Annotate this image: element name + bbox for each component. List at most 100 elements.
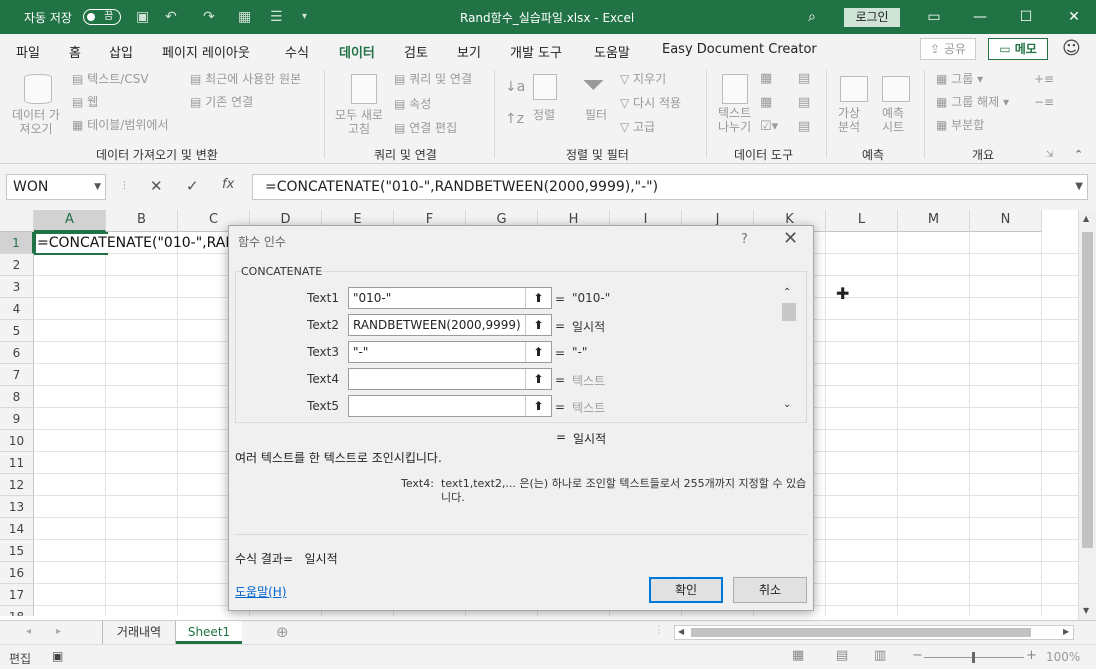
show-detail-icon[interactable]: +≡ — [1034, 72, 1054, 86]
undo-icon[interactable]: ↶ — [165, 9, 177, 25]
hide-detail-icon[interactable]: −≡ — [1034, 95, 1054, 109]
scroll-right-icon[interactable]: ▶ — [1063, 627, 1069, 636]
sheet-tab-transactions[interactable]: 거래내역 — [102, 621, 176, 644]
row-header-10[interactable]: 10 — [0, 430, 34, 452]
insert-function-icon[interactable]: fx — [222, 177, 234, 192]
sheet-tab-sheet1[interactable]: Sheet1 — [176, 621, 242, 644]
range-select-icon[interactable]: ⬆ — [525, 342, 551, 362]
sort-asc-icon[interactable]: ↓a — [505, 80, 525, 94]
scroll-down-icon[interactable]: ▼ — [1083, 606, 1089, 615]
advanced-button[interactable]: ▽ 고급 — [620, 120, 655, 134]
arg-input-text5[interactable] — [348, 395, 552, 417]
normal-view-icon[interactable]: ▦ — [792, 648, 804, 663]
arg-input-text2[interactable]: RANDBETWEEN(2000,9999) — [348, 314, 552, 336]
close-button[interactable]: ✕ — [1062, 6, 1086, 28]
row-header-15[interactable]: 15 — [0, 540, 34, 562]
next-sheet-icon[interactable]: ▸ — [56, 626, 61, 637]
ungroup-button[interactable]: ▦ 그룹 해제 ▾ — [936, 95, 1009, 109]
ribbon-display-icon[interactable]: ▭ — [922, 6, 946, 28]
vertical-scroll-thumb[interactable] — [1082, 232, 1093, 548]
collapse-ribbon-icon[interactable]: ⌃ — [1074, 148, 1083, 162]
row-header-9[interactable]: 9 — [0, 408, 34, 430]
scroll-down-icon[interactable]: ⌄ — [783, 399, 791, 410]
help-question-icon[interactable]: ? — [741, 232, 748, 247]
row-header-16[interactable]: 16 — [0, 562, 34, 584]
tab-insert[interactable]: 삽입 — [109, 42, 133, 61]
edit-links-button[interactable]: ▤ 연결 편집 — [394, 121, 457, 135]
row-header-13[interactable]: 13 — [0, 496, 34, 518]
arg-input-text1[interactable]: "010-" — [348, 287, 552, 309]
row-header-6[interactable]: 6 — [0, 342, 34, 364]
from-web-button[interactable]: ▤ 웹 — [72, 95, 98, 109]
range-select-icon[interactable]: ⬆ — [525, 369, 551, 389]
row-header-18[interactable]: 18 — [0, 606, 34, 616]
range-select-icon[interactable]: ⬆ — [525, 288, 551, 308]
zoom-slider-thumb[interactable] — [972, 652, 975, 663]
grid-icon[interactable]: ▦ — [238, 9, 251, 25]
column-header-b[interactable]: B — [106, 210, 178, 232]
data-model-icon[interactable]: ▤ — [798, 120, 810, 134]
reapply-button[interactable]: ▽ 다시 적용 — [620, 96, 681, 110]
column-header-m[interactable]: M — [898, 210, 970, 232]
prev-sheet-icon[interactable]: ◂ — [26, 626, 31, 637]
text-to-columns-button[interactable]: 텍스트 나누기 — [718, 106, 751, 134]
queries-connections-button[interactable]: ▤ 쿼리 및 연결 — [394, 72, 472, 86]
formula-input[interactable]: =CONCATENATE("010-",RANDBETWEEN(2000,999… — [252, 174, 1088, 200]
range-select-icon[interactable]: ⬆ — [525, 396, 551, 416]
arguments-scroll-thumb[interactable] — [782, 303, 796, 321]
outline-launcher-icon[interactable]: ⇲ — [1046, 148, 1054, 162]
share-button[interactable]: ⇪ 공유 — [920, 38, 976, 60]
column-header-l[interactable]: L — [826, 210, 898, 232]
relationships-icon[interactable]: ▤ — [798, 96, 810, 110]
clear-button[interactable]: ▽ 지우기 — [620, 72, 666, 86]
tab-developer[interactable]: 개발 도구 — [510, 42, 562, 61]
maximize-button[interactable]: ☐ — [1014, 6, 1038, 28]
data-validation-icon[interactable]: ☑▾ — [760, 120, 778, 134]
row-header-12[interactable]: 12 — [0, 474, 34, 496]
arguments-scrollbar[interactable]: ⌃ ⌄ — [780, 287, 798, 417]
sort-button[interactable]: 정렬 — [533, 108, 555, 122]
scroll-up-icon[interactable]: ▲ — [1083, 214, 1089, 223]
existing-connections-button[interactable]: ▤ 기존 연결 — [190, 95, 253, 109]
range-select-icon[interactable]: ⬆ — [525, 315, 551, 335]
select-all-corner[interactable] — [0, 210, 34, 232]
macro-record-icon[interactable]: ▣ — [52, 649, 63, 663]
zoom-out-icon[interactable]: − — [912, 648, 923, 663]
zoom-in-icon[interactable]: + — [1026, 648, 1037, 663]
sort-desc-icon[interactable]: ↑z — [505, 112, 524, 126]
forecast-sheet-button[interactable]: 예측 시트 — [882, 106, 904, 134]
from-text-csv-button[interactable]: ▤ 텍스트/CSV — [72, 72, 149, 86]
tab-home[interactable]: 홈 — [69, 42, 81, 61]
filter-button[interactable]: 필터 — [585, 108, 607, 122]
flash-fill-icon[interactable]: ▦ — [760, 72, 772, 86]
page-break-view-icon[interactable]: ▥ — [874, 648, 886, 663]
minimize-button[interactable]: — — [968, 6, 992, 28]
row-header-7[interactable]: 7 — [0, 364, 34, 386]
row-header-3[interactable]: 3 — [0, 276, 34, 298]
name-box[interactable]: WON ▼ — [6, 174, 106, 200]
tab-formulas[interactable]: 수식 — [285, 42, 309, 61]
column-header-n[interactable]: N — [970, 210, 1042, 232]
remove-duplicates-icon[interactable]: ▦ — [760, 96, 772, 110]
login-button[interactable]: 로그인 — [844, 8, 900, 27]
tab-page-layout[interactable]: 페이지 레이아웃 — [162, 42, 250, 61]
page-layout-view-icon[interactable]: ▤ — [836, 648, 848, 663]
arg-input-text4[interactable] — [348, 368, 552, 390]
add-sheet-icon[interactable]: ⊕ — [276, 623, 289, 641]
horizontal-scrollbar[interactable]: ◀ ▶ — [674, 625, 1074, 640]
what-if-analysis-button[interactable]: 가상 분석 — [838, 106, 860, 134]
cancel-button[interactable]: 취소 — [733, 577, 807, 603]
recent-sources-button[interactable]: ▤ 최근에 사용한 원본 — [190, 72, 301, 86]
vertical-scrollbar[interactable]: ▲ ▼ — [1078, 210, 1096, 620]
save-icon[interactable]: ▣ — [136, 9, 149, 25]
row-header-17[interactable]: 17 — [0, 584, 34, 606]
enter-entry-icon[interactable]: ✓ — [186, 177, 199, 195]
ok-button[interactable]: 확인 — [649, 577, 723, 603]
arg-input-text3[interactable]: "-" — [348, 341, 552, 363]
row-header-8[interactable]: 8 — [0, 386, 34, 408]
tab-view[interactable]: 보기 — [457, 42, 481, 61]
get-data-button[interactable]: 데이터 가 져오기 — [12, 108, 60, 136]
scroll-up-icon[interactable]: ⌃ — [783, 287, 791, 298]
horizontal-scroll-thumb[interactable] — [691, 628, 1031, 637]
dialog-close-icon[interactable]: ✕ — [783, 228, 798, 249]
